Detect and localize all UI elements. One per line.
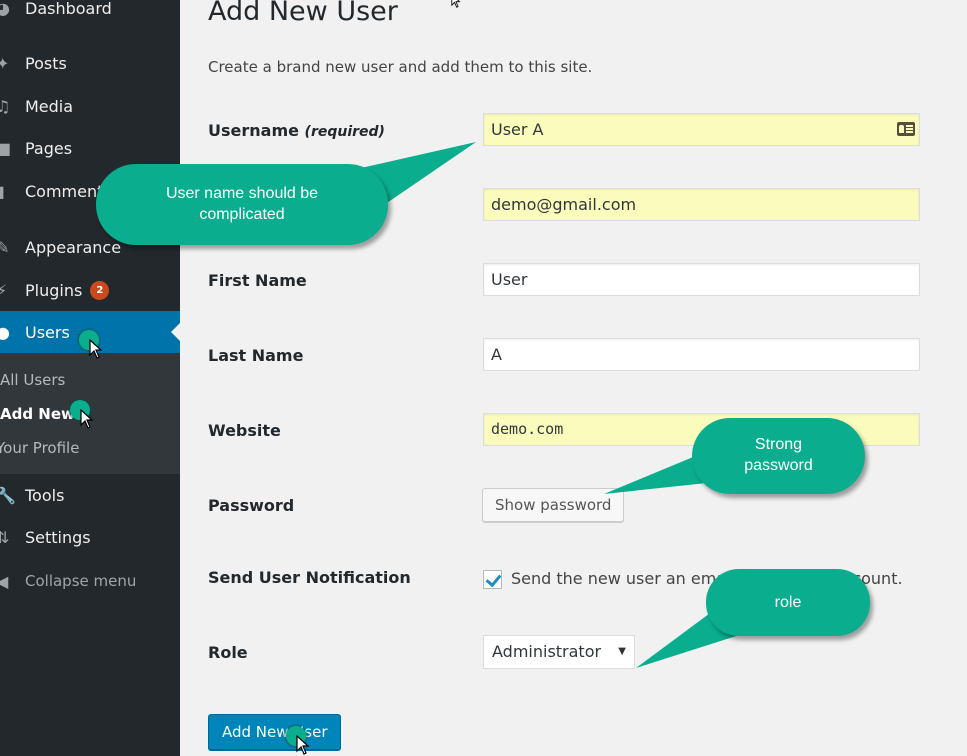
update-count-badge: 2 — [90, 280, 110, 300]
email-input[interactable]: demo@gmail.com — [483, 188, 920, 221]
menu-item-settings[interactable]: ⇅ Settings — [0, 520, 180, 554]
send-notification-checkbox[interactable] — [483, 570, 502, 589]
submenu-your-profile[interactable]: Your Profile — [0, 439, 79, 457]
settings-icon: ⇅ — [0, 527, 10, 547]
wrench-icon: 🔧 — [0, 485, 16, 505]
first-name-label: First Name — [208, 271, 307, 290]
dashboard-icon: ◕ — [0, 0, 10, 18]
callout-username: User name should be complicated — [96, 164, 388, 245]
add-new-user-button[interactable]: Add New User — [208, 714, 342, 750]
media-icon: ♫ — [0, 96, 11, 116]
menu-item-posts[interactable]: ✦ Posts — [0, 46, 180, 80]
send-notification-label: Send User Notification — [208, 568, 411, 587]
callout-role: role — [706, 569, 870, 636]
comment-icon: ▮ — [0, 181, 5, 201]
show-password-button[interactable]: Show password — [482, 488, 625, 522]
menu-item-plugins[interactable]: ⚡ Plugins 2 — [0, 273, 180, 307]
password-label: Password — [208, 496, 295, 515]
page-title: Add New User — [208, 0, 398, 27]
username-label: Username (required) — [208, 121, 385, 140]
last-name-label: Last Name — [208, 346, 304, 365]
contact-card-icon[interactable] — [897, 122, 915, 136]
page-icon: ■ — [0, 138, 12, 158]
menu-item-media[interactable]: ♫ Media — [0, 89, 180, 123]
last-name-input[interactable]: A — [483, 338, 920, 371]
collapse-menu-button[interactable]: ◀ Collapse menu — [0, 564, 180, 598]
page-intro: Create a brand new user and add them to … — [208, 58, 593, 76]
user-icon: ● — [0, 322, 10, 342]
username-input[interactable]: User A — [483, 113, 920, 146]
plugin-icon: ⚡ — [0, 280, 8, 300]
admin-sidebar: ◕ Dashboard ✦ Posts ♫ Media ■ Pages ▮ Co… — [0, 0, 180, 756]
first-name-input[interactable]: User — [483, 263, 920, 296]
role-select[interactable]: Administrator ▼ — [483, 635, 635, 669]
website-label: Website — [208, 421, 281, 440]
callout-password: Strong password — [692, 418, 865, 494]
pin-icon: ✦ — [0, 53, 10, 73]
collapse-arrow-icon: ◀ — [0, 571, 9, 591]
role-label: Role — [208, 643, 248, 662]
menu-item-pages[interactable]: ■ Pages — [0, 131, 180, 165]
required-note: (required) — [304, 124, 385, 140]
menu-item-dashboard[interactable]: ◕ Dashboard — [0, 0, 180, 25]
brush-icon: ✎ — [0, 237, 10, 257]
active-indicator-arrow — [171, 323, 180, 341]
dropdown-arrow-icon: ▼ — [618, 646, 626, 657]
submenu-add-new[interactable]: Add New — [0, 405, 75, 423]
submenu-all-users[interactable]: All Users — [0, 371, 65, 389]
menu-item-tools[interactable]: 🔧 Tools — [0, 478, 180, 512]
